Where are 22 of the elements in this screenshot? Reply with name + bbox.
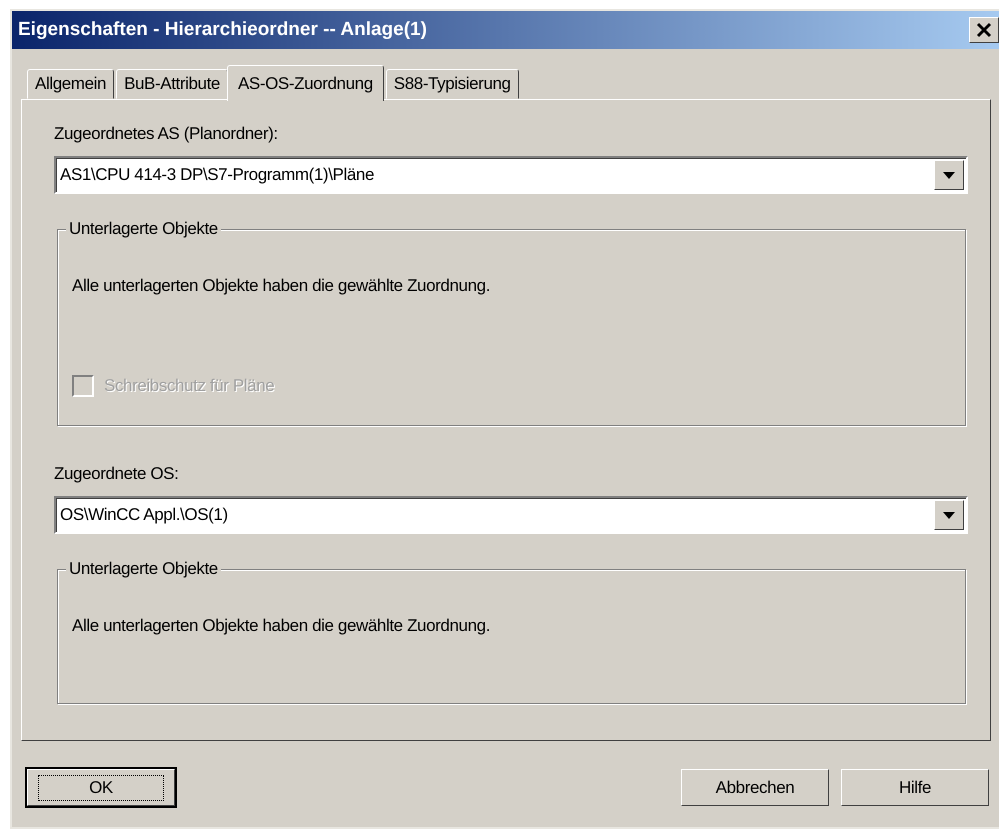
tab[interactable]: S88-Typisierung	[386, 69, 519, 99]
dialog-button[interactable]: OK	[27, 769, 175, 806]
caret-icon	[943, 172, 955, 178]
info-text: Alle unterlagerten Objekte haben die gewählte Zuordnung.	[72, 615, 492, 637]
dropdown-button[interactable]	[934, 160, 964, 190]
tab[interactable]: BuB-Attribute	[116, 69, 228, 99]
tab[interactable]: Allgemein	[27, 69, 114, 99]
dialog-button[interactable]: Hilfe	[841, 769, 989, 806]
dropdown-button[interactable]	[934, 500, 964, 530]
dropdown[interactable]: OS\WinCC Appl.\OS(1)	[54, 496, 968, 534]
close-icon	[976, 22, 992, 38]
dropdown[interactable]: AS1\CPU 414-3 DP\S7-Programm(1)\Pläne	[54, 156, 968, 194]
info-text: Alle unterlagerten Objekte haben die gewählte Zuordnung.	[72, 275, 492, 297]
window-title: Eigenschaften - Hierarchieordner -- Anlage(1)	[18, 19, 428, 41]
group-title: Unterlagerte Objekte	[66, 559, 221, 579]
dialog-button[interactable]: Abbrechen	[681, 769, 829, 806]
tab[interactable]: AS-OS-Zuordnung	[226, 65, 384, 101]
field-label: Zugeordnetes AS (Planordner):	[54, 124, 279, 144]
close-button[interactable]	[969, 17, 999, 43]
group-title: Unterlagerte Objekte	[66, 219, 221, 239]
field-label: Zugeordnete OS:	[54, 464, 180, 484]
caret-icon	[943, 512, 955, 518]
